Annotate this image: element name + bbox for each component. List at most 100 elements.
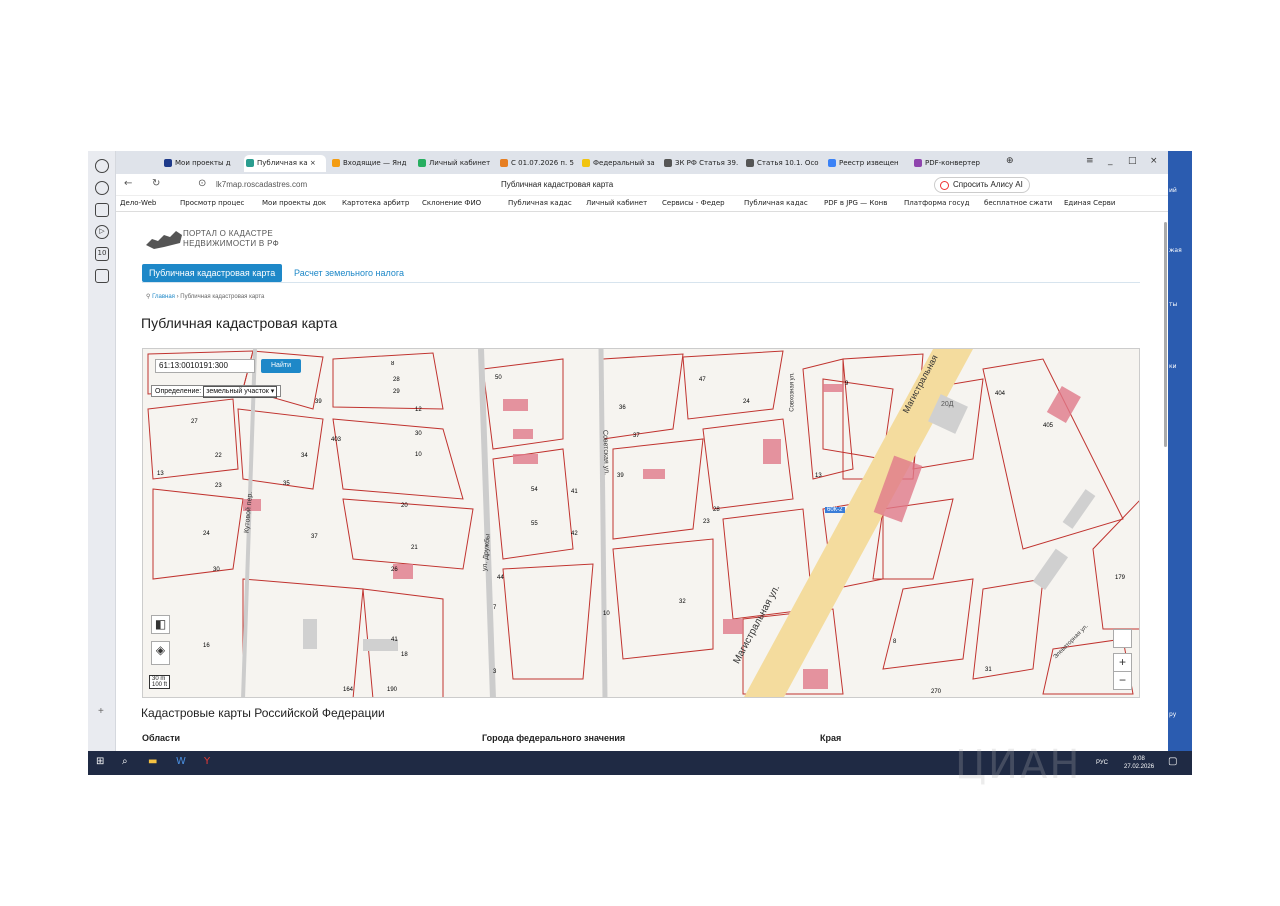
tab-9[interactable]: PDF-конвертер (912, 155, 994, 172)
cian-watermark: ЦИАН (955, 742, 1082, 788)
map-square-button[interactable] (1113, 629, 1132, 648)
bookmark[interactable]: Личный кабинет (586, 199, 647, 207)
parcel-number: 404 (995, 391, 1006, 397)
parcel-number: 7 (493, 605, 497, 611)
parcel-number: 37 (633, 433, 640, 439)
tab-3[interactable]: Личный кабинет (416, 155, 494, 172)
alisa-button[interactable]: Спросить Алису AI (934, 177, 1030, 193)
layers-icon[interactable]: ◈ (151, 641, 170, 665)
lock-icon: ⊙ (198, 178, 207, 189)
notifications-icon[interactable]: ▢ (1168, 756, 1177, 767)
tab-bar: Мои проекты д Публичная ка × Входящие — … (116, 151, 1168, 174)
tab-2[interactable]: Входящие — Янд (330, 155, 414, 172)
bookmark[interactable]: Публичная кадас (508, 199, 572, 207)
clock-time: 9:08 (1133, 756, 1145, 762)
cadastral-map[interactable]: ул. Дружбы Советская ул. Магистральная у… (142, 348, 1140, 698)
page-content: ПОРТАЛ О КАДАСТРЕ НЕДВИЖИМОСТИ В РФ Публи… (116, 212, 1168, 750)
zoom-out-button[interactable]: − (1113, 671, 1132, 690)
parcel-number: 28 (713, 507, 720, 513)
fullscreen-icon[interactable]: ◧ (151, 615, 170, 634)
menu-icon[interactable]: ≡ (1086, 156, 1094, 166)
tab-6[interactable]: ЗК РФ Статья 39. (662, 155, 740, 172)
back-icon[interactable]: ← (124, 178, 132, 189)
parcel-number: 41 (571, 489, 578, 495)
crumb-home[interactable]: Главная (152, 294, 175, 300)
bookmark[interactable]: Сервисы - Федер (662, 199, 725, 207)
tab-label: Федеральный за (593, 159, 655, 167)
play-icon[interactable]: ▷ (95, 225, 109, 239)
close-icon[interactable]: × (1150, 156, 1158, 166)
parcel-number: 54 (531, 487, 538, 493)
parcel-number: 35 (283, 481, 290, 487)
section-title: Кадастровые карты Российской Федерации (141, 706, 385, 720)
definition-value: земельный участок (206, 388, 269, 395)
cadastral-search-input[interactable]: 61:13:0010191:300 (155, 359, 255, 373)
find-button[interactable]: Найти (261, 359, 301, 373)
parcel-number: 9 (845, 381, 849, 387)
parcel-number: 16 (203, 643, 210, 649)
folder-icon[interactable]: ▬ (148, 756, 157, 767)
portal-logo-text: ПОРТАЛ О КАДАСТРЕ НЕДВИЖИМОСТИ В РФ (183, 229, 279, 249)
tab-7[interactable]: Статья 10.1. Осо (744, 155, 822, 172)
mail-icon[interactable] (95, 269, 109, 283)
parcel-number: 10 (415, 452, 422, 458)
definition-dropdown[interactable]: земельный участок ▾ (203, 386, 278, 398)
parcel-number: 39 (315, 399, 322, 405)
tab-1[interactable]: Публичная ка × (244, 155, 326, 172)
windows-start-icon[interactable]: ⊞ (96, 756, 104, 767)
url-field[interactable]: lk7map.roscadastres.com (216, 180, 307, 189)
new-tab-icon[interactable]: ⊕ (1006, 156, 1014, 166)
bookmark[interactable]: Платформа госуд (904, 199, 969, 207)
column-federal-cities[interactable]: Города федерального значения (482, 733, 625, 743)
parcel-number: 8 (893, 639, 897, 645)
avatar[interactable] (95, 159, 109, 173)
bookmark[interactable]: бесплатное сжати (984, 199, 1052, 207)
nav-cadastral-map[interactable]: Публичная кадастровая карта (142, 264, 283, 282)
definition-selector[interactable]: Определение: земельный участок ▾ (151, 385, 282, 398)
parcel-number: 13 (815, 473, 822, 479)
maximize-icon[interactable]: □ (1128, 156, 1137, 166)
parcel-number: 23 (703, 519, 710, 525)
page-scrollbar[interactable] (1164, 222, 1167, 447)
tray-lang[interactable]: РУС (1096, 759, 1108, 767)
parcel-number: 36 (619, 405, 626, 411)
tab-4[interactable]: С 01.07.2026 п. 5 (498, 155, 576, 172)
parcel-number: 24 (203, 531, 210, 537)
bookmark[interactable]: Дело-Web (120, 199, 156, 207)
bookmark[interactable]: Картотека арбитр (342, 199, 409, 207)
tab-8[interactable]: Реестр извещен (826, 155, 908, 172)
bookmark[interactable]: PDF в JPG — Конв (824, 199, 887, 207)
crumb-current: Публичная кадастровая карта (180, 294, 265, 300)
yandex-browser-icon[interactable]: Y (204, 756, 210, 767)
history-icon[interactable] (95, 181, 109, 195)
parcel-number: 37 (311, 534, 318, 540)
browser-sidebar: ▷ 10 + (88, 151, 116, 751)
parcel-number: 39 (617, 473, 624, 479)
column-territories[interactable]: Края (820, 733, 841, 743)
tray-clock[interactable]: 9:08 27.02.2026 (1124, 755, 1154, 771)
bookmark[interactable]: Единая Серви (1064, 199, 1115, 207)
bookmark[interactable]: Публичная кадас (744, 199, 808, 207)
tab-0[interactable]: Мои проекты д (162, 155, 240, 172)
zoom-in-button[interactable]: + (1113, 653, 1132, 672)
parcel-number: 18 (401, 652, 408, 658)
calendar-icon[interactable]: 10 (95, 247, 109, 261)
logo-line: НЕДВИЖИМОСТИ В РФ (183, 239, 279, 248)
bookmark[interactable]: Просмотр процес (180, 199, 244, 207)
search-icon[interactable]: ⌕ (122, 756, 128, 767)
parcel-number: 13 (157, 471, 164, 477)
parcel-number: 3 (493, 669, 497, 675)
collections-icon[interactable] (95, 203, 109, 217)
tab-5[interactable]: Федеральный за (580, 155, 658, 172)
word-icon[interactable]: W (176, 756, 186, 767)
tab-label: Статья 10.1. Осо (757, 159, 819, 167)
column-regions[interactable]: Области (142, 733, 180, 743)
bookmark[interactable]: Мои проекты док (262, 199, 326, 207)
reload-icon[interactable]: ↻ (152, 178, 160, 189)
bookmark[interactable]: Склонение ФИО (422, 199, 481, 207)
nav-land-tax[interactable]: Расчет земельного налога (287, 264, 411, 282)
add-icon[interactable]: + (98, 706, 104, 717)
minimize-icon[interactable]: _ (1108, 156, 1113, 166)
parcel-number: 164 (343, 687, 354, 693)
tab-label: ЗК РФ Статья 39. (675, 159, 739, 167)
